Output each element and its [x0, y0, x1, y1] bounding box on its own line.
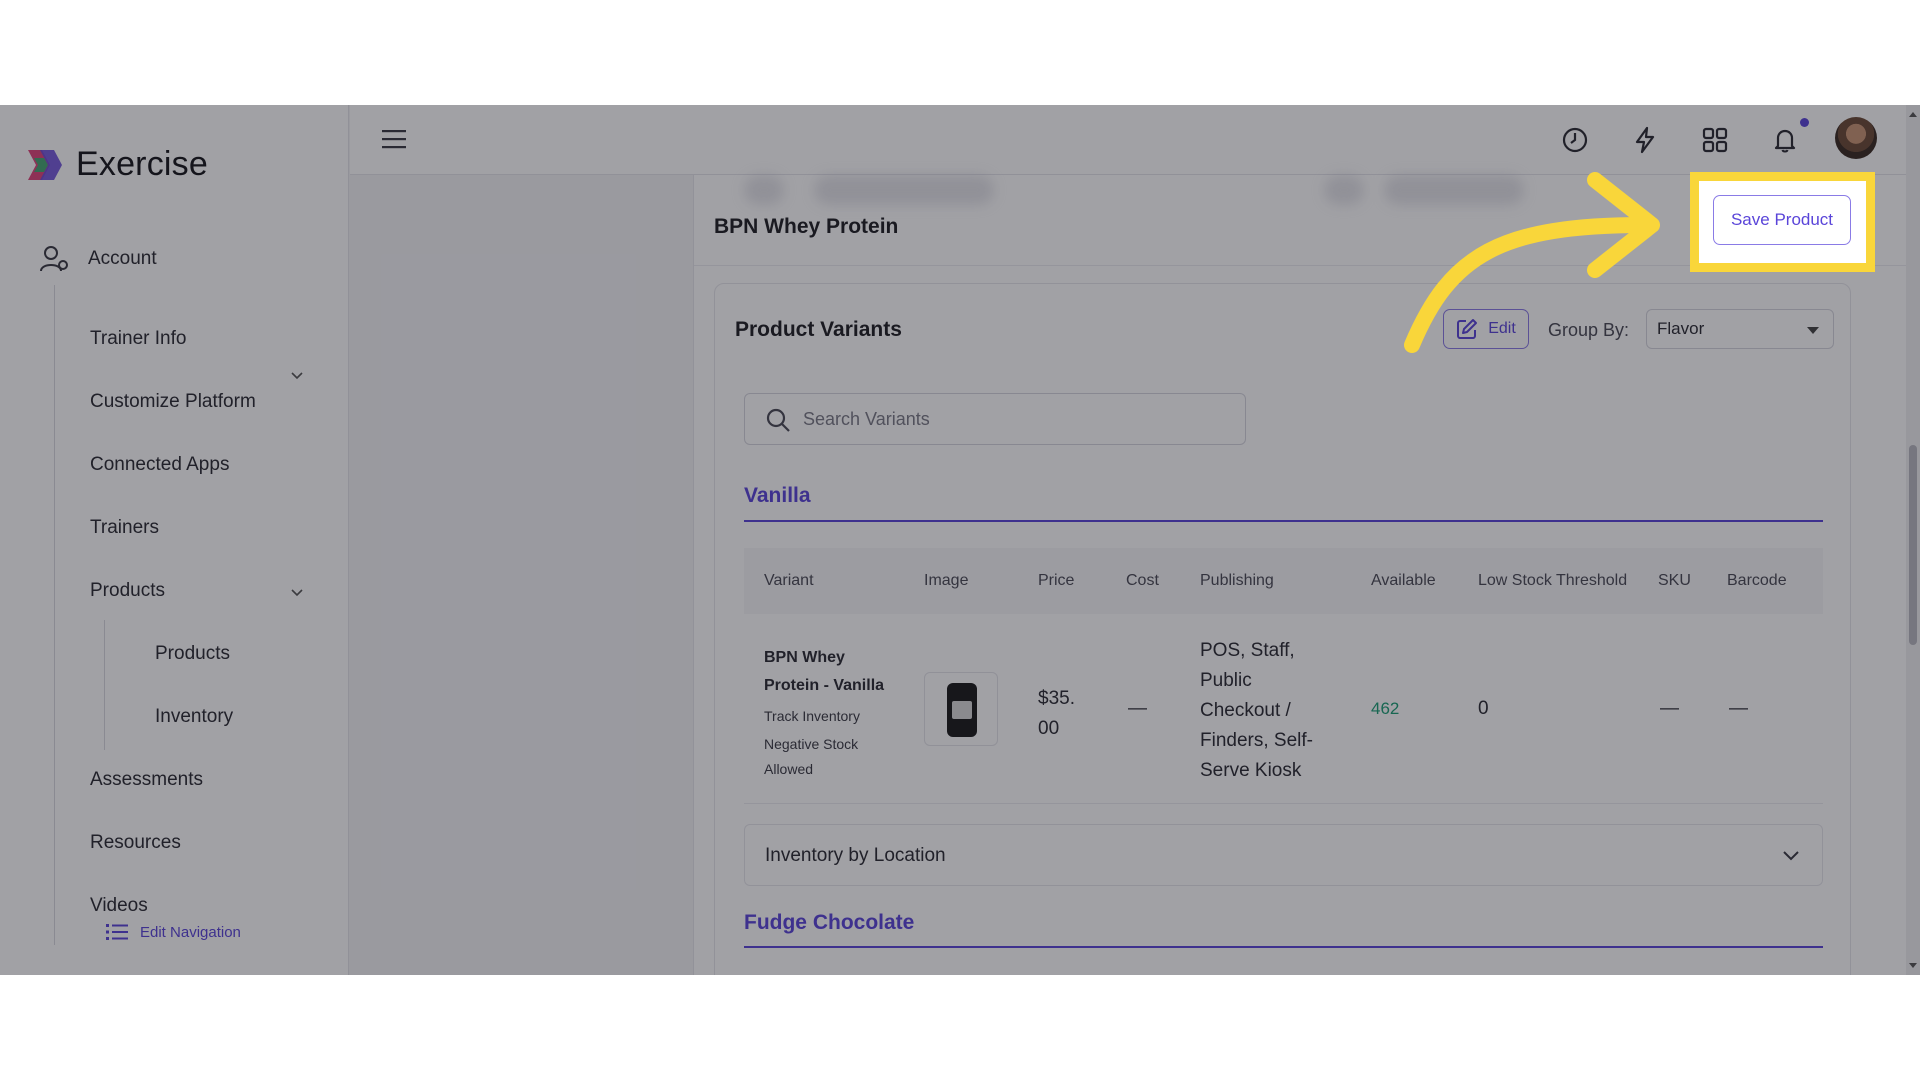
sidebar-item-products[interactable]: Products	[90, 580, 165, 602]
lightning-icon[interactable]	[1630, 125, 1660, 155]
group-title-vanilla[interactable]: Vanilla	[744, 484, 811, 508]
save-product-button[interactable]: Save Product	[1713, 195, 1851, 245]
nav-tree-line	[54, 285, 55, 945]
column-header-publishing[interactable]: Publishing	[1200, 572, 1274, 590]
scroll-down-icon[interactable]	[1906, 959, 1920, 973]
pointer-arrow-icon	[1404, 172, 1660, 353]
nav-subtree-line	[104, 620, 105, 750]
product-tub-image	[947, 683, 977, 737]
variant-available: 462	[1371, 699, 1400, 718]
topbar	[350, 105, 1920, 175]
sidebar-item-customize-platform[interactable]: Customize Platform	[90, 391, 256, 413]
list-icon	[106, 924, 128, 940]
variant-publishing: POS, Staff, Public Checkout / Finders, S…	[1200, 636, 1313, 786]
variant-name: BPN Whey Protein - Vanilla	[764, 644, 894, 700]
variant-cost: —	[1128, 698, 1147, 719]
column-header-variant[interactable]: Variant	[764, 572, 814, 590]
product-variants-title: Product Variants	[735, 318, 902, 341]
product-page: BPN Whey Protein Product Variants Edit G…	[693, 175, 1920, 975]
topbar-actions	[350, 105, 1920, 175]
account-settings-icon	[40, 246, 68, 272]
brand[interactable]: Exercise	[24, 145, 208, 184]
product-variants-card: Product Variants Edit Group By: Flavor S…	[714, 283, 1851, 975]
sidebar-item-account[interactable]: Account	[40, 245, 157, 273]
blurred-element	[814, 175, 994, 205]
scrollbar-thumb[interactable]	[1909, 445, 1917, 645]
column-header-cost[interactable]: Cost	[1126, 572, 1159, 590]
search-variants-placeholder: Search Variants	[803, 408, 930, 429]
variant-price: $35. 00	[1038, 684, 1075, 744]
save-product-highlight: Save Product	[1690, 172, 1875, 272]
variant-name-line: BPN Whey	[764, 649, 845, 666]
column-header-image[interactable]: Image	[924, 572, 968, 590]
blurred-element	[744, 175, 784, 205]
variant-name-line: Protein - Vanilla	[764, 677, 885, 694]
publishing-line: Serve Kiosk	[1200, 760, 1302, 781]
search-variants-input[interactable]: Search Variants	[744, 393, 1246, 445]
scrollbar[interactable]	[1906, 105, 1920, 975]
user-avatar[interactable]	[1835, 117, 1877, 159]
publishing-line: Finders, Self-	[1200, 730, 1313, 751]
inventory-by-location-label: Inventory by Location	[765, 845, 946, 866]
blurred-element	[1324, 175, 1364, 205]
page-title: BPN Whey Protein	[714, 215, 899, 238]
products-chevron-down-icon[interactable]	[290, 586, 304, 600]
notification-dot	[1800, 118, 1809, 127]
publishing-line: POS, Staff,	[1200, 640, 1295, 661]
edit-navigation-link[interactable]: Edit Navigation	[106, 923, 241, 941]
publishing-line: Public	[1200, 670, 1252, 691]
caret-down-icon	[1807, 327, 1819, 334]
variants-table-header: Variant Image Price Cost Publishing Avai…	[744, 548, 1823, 614]
negative-stock-label-line2: Allowed	[764, 761, 814, 777]
group-underline	[744, 946, 1823, 948]
brand-name: Exercise	[76, 145, 208, 183]
column-header-sku[interactable]: SKU	[1658, 572, 1691, 590]
column-header-low-stock-threshold[interactable]: Low Stock Threshold	[1478, 572, 1627, 590]
table-row[interactable]: BPN Whey Protein - Vanilla Track Invento…	[744, 614, 1823, 804]
column-header-barcode[interactable]: Barcode	[1727, 572, 1787, 590]
column-header-price[interactable]: Price	[1038, 572, 1074, 590]
publishing-line: Checkout /	[1200, 700, 1291, 721]
variant-barcode: —	[1729, 698, 1748, 719]
group-underline	[744, 520, 1823, 522]
sidebar-subitem-products[interactable]: Products	[155, 643, 230, 665]
variant-image[interactable]	[924, 672, 998, 746]
inventory-by-location-accordion[interactable]: Inventory by Location	[744, 824, 1823, 886]
search-icon	[766, 408, 790, 432]
sidebar-item-trainer-info[interactable]: Trainer Info	[90, 328, 186, 350]
scroll-up-icon[interactable]	[1906, 107, 1920, 121]
sidebar-item-trainers[interactable]: Trainers	[90, 517, 159, 539]
sidebar-subitem-inventory[interactable]: Inventory	[155, 706, 233, 728]
track-inventory-label: Track Inventory	[764, 708, 860, 724]
clock-icon[interactable]	[1560, 125, 1590, 155]
column-header-available[interactable]: Available	[1371, 572, 1436, 590]
group-title-fudge-chocolate[interactable]: Fudge Chocolate	[744, 911, 914, 935]
app-frame: Exercise Account Trainer Info Customize …	[0, 105, 1920, 975]
sidebar-item-account-label: Account	[88, 248, 157, 269]
edit-navigation-label: Edit Navigation	[140, 923, 241, 941]
main-left-panel	[350, 175, 693, 975]
chevron-down-icon	[1783, 851, 1799, 861]
price-line: 00	[1038, 718, 1060, 739]
apps-grid-icon[interactable]	[1700, 125, 1730, 155]
sidebar-item-videos[interactable]: Videos	[90, 895, 148, 917]
account-chevron-down-icon[interactable]	[290, 369, 304, 383]
sidebar-item-connected-apps[interactable]: Connected Apps	[90, 454, 229, 476]
brand-logo-icon	[24, 146, 62, 184]
sidebar-item-resources[interactable]: Resources	[90, 832, 181, 854]
sidebar-item-assessments[interactable]: Assessments	[90, 769, 203, 791]
price-line: $35.	[1038, 688, 1075, 709]
bell-icon[interactable]	[1770, 125, 1800, 155]
negative-stock-label: Negative Stock	[764, 736, 859, 752]
variant-low-stock-threshold: 0	[1478, 698, 1489, 719]
sidebar: Exercise Account Trainer Info Customize …	[0, 105, 349, 975]
variant-sku: —	[1660, 698, 1679, 719]
